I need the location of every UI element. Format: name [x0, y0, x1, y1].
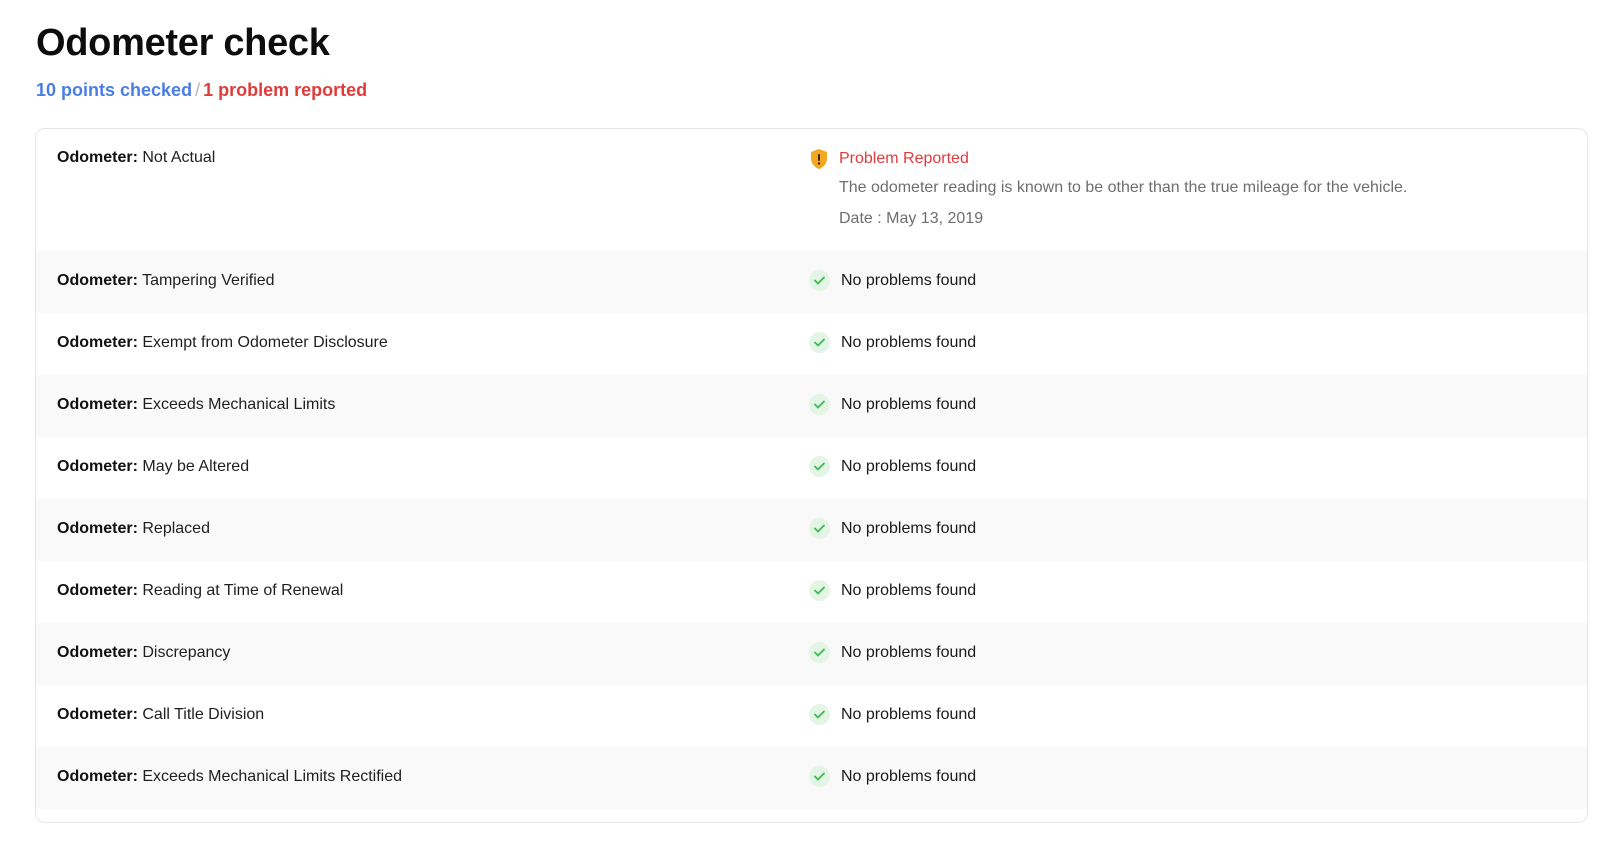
problem-description: The odometer reading is known to be othe…: [839, 179, 1408, 196]
check-item-value: Not Actual: [142, 149, 216, 166]
check-row: Odometer: May be Altered No problems fou…: [36, 437, 1587, 499]
check-item-status: No problems found: [809, 642, 976, 663]
check-icon: [809, 456, 830, 477]
check-item-status: No problems found: [809, 580, 976, 601]
check-item-key: Odometer:: [57, 768, 138, 785]
page-title: Odometer check: [36, 22, 330, 64]
odometer-check-table: Odometer: Not Actual Problem Reported Th…: [35, 128, 1588, 823]
odometer-check-page: Odometer check 10 points checked/1 probl…: [0, 0, 1600, 848]
check-item-value: Call Title Division: [142, 706, 265, 723]
status-text: No problems found: [841, 333, 977, 351]
status-text: No problems found: [841, 457, 977, 475]
problem-reported-label: Problem Reported: [839, 150, 969, 167]
check-item-key: Odometer:: [57, 272, 138, 289]
check-row: Odometer: Replaced No problems found: [36, 499, 1587, 561]
check-item-status: No problems found: [809, 456, 976, 477]
check-item-key: Odometer:: [57, 520, 138, 537]
check-item-value: Reading at Time of Renewal: [142, 582, 344, 599]
check-item-key: Odometer:: [57, 582, 138, 599]
check-item-key: Odometer:: [57, 396, 138, 413]
check-item-value: Exceeds Mechanical Limits: [142, 396, 336, 413]
check-item-label: Odometer: Discrepancy: [57, 644, 230, 662]
check-icon: [809, 704, 830, 725]
status-text: No problems found: [841, 705, 977, 723]
check-item-status: No problems found: [809, 704, 976, 725]
warning-shield-icon: [809, 148, 829, 170]
check-item-status: Problem Reported: [809, 148, 969, 170]
check-item-label: Odometer: Tampering Verified: [57, 272, 275, 290]
check-row: Odometer: Exceeds Mechanical Limits Rect…: [36, 747, 1587, 809]
status-text: No problems found: [841, 519, 977, 537]
check-row: Odometer: Discrepancy No problems found: [36, 623, 1587, 685]
points-checked-count: 10 points checked: [36, 80, 193, 100]
check-item-value: Exceeds Mechanical Limits Rectified: [142, 768, 403, 785]
check-item-label: Odometer: Call Title Division: [57, 706, 264, 724]
check-item-label: Odometer: Exceeds Mechanical Limits: [57, 396, 335, 414]
check-summary: 10 points checked/1 problem reported: [36, 80, 367, 101]
check-item-value: May be Altered: [142, 458, 250, 475]
status-text: No problems found: [841, 271, 977, 289]
check-row: Odometer: Call Title Division No problem…: [36, 685, 1587, 747]
check-row-not-actual: Odometer: Not Actual Problem Reported Th…: [36, 129, 1587, 251]
check-item-label: Odometer: Replaced: [57, 520, 210, 538]
check-item-value: Discrepancy: [142, 644, 231, 661]
check-item-key: Odometer:: [57, 149, 138, 166]
check-icon: [809, 518, 830, 539]
check-icon: [809, 766, 830, 787]
status-text: No problems found: [841, 767, 977, 785]
status-text: No problems found: [841, 643, 977, 661]
check-item-status: No problems found: [809, 766, 976, 787]
check-item-key: Odometer:: [57, 706, 138, 723]
check-icon: [809, 394, 830, 415]
check-item-status: No problems found: [809, 518, 976, 539]
check-row: Odometer: Reading at Time of Renewal No …: [36, 561, 1587, 623]
problems-reported-count: 1 problem reported: [203, 80, 368, 100]
check-item-value: Exempt from Odometer Disclosure: [142, 334, 388, 351]
check-icon: [809, 270, 830, 291]
check-item-value: Replaced: [142, 520, 210, 537]
check-item-label: Odometer: Exempt from Odometer Disclosur…: [57, 334, 388, 352]
check-item-status: No problems found: [809, 332, 976, 353]
check-item-key: Odometer:: [57, 644, 138, 661]
check-item-label: Odometer: May be Altered: [57, 458, 249, 476]
check-item-label: Odometer: Reading at Time of Renewal: [57, 582, 343, 600]
check-icon: [809, 332, 830, 353]
check-row: Odometer: Tampering Verified No problems…: [36, 251, 1587, 313]
check-icon: [809, 580, 830, 601]
problem-date: Date : May 13, 2019: [839, 210, 984, 227]
check-item-key: Odometer:: [57, 334, 138, 351]
check-row: Odometer: Exempt from Odometer Disclosur…: [36, 313, 1587, 375]
check-item-status: No problems found: [809, 270, 976, 291]
check-icon: [809, 642, 830, 663]
status-text: No problems found: [841, 581, 977, 599]
status-text: No problems found: [841, 395, 977, 413]
check-item-label: Odometer: Not Actual: [57, 149, 215, 167]
check-row: Odometer: Exceeds Mechanical Limits No p…: [36, 375, 1587, 437]
check-item-status: No problems found: [809, 394, 976, 415]
check-item-label: Odometer: Exceeds Mechanical Limits Rect…: [57, 768, 402, 786]
summary-separator: /: [195, 80, 201, 100]
check-item-value: Tampering Verified: [142, 272, 275, 289]
check-item-key: Odometer:: [57, 458, 138, 475]
